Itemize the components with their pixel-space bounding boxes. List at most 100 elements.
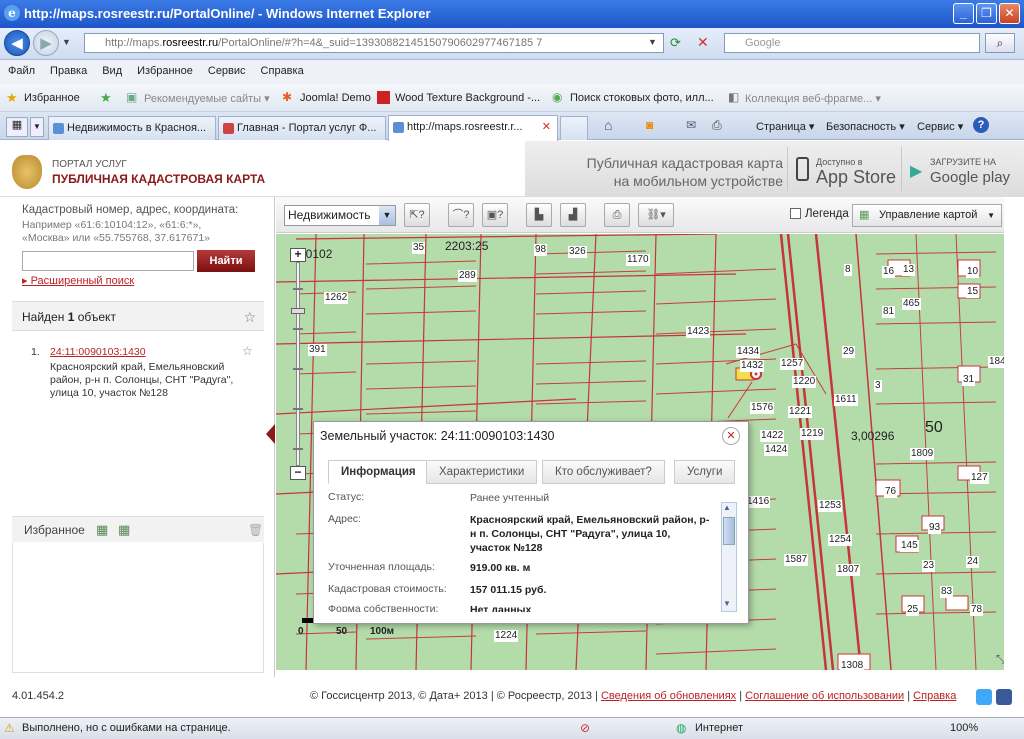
- menu-favorites[interactable]: Избранное: [129, 60, 200, 77]
- fav-item-stock[interactable]: Поиск стоковых фото, илл...: [570, 92, 714, 104]
- parcel-number[interactable]: 1416: [746, 496, 771, 508]
- cadastral-search-input[interactable]: [22, 251, 194, 271]
- tab-list-icon[interactable]: ▼: [30, 117, 44, 137]
- export-icon[interactable]: ▦: [96, 517, 108, 543]
- parcel-number[interactable]: 1220: [792, 376, 817, 388]
- help-icon[interactable]: ?: [973, 117, 989, 133]
- terms-link[interactable]: Соглашение об использовании: [745, 690, 904, 702]
- tab-portal[interactable]: Главная - Портал услуг Ф...: [218, 116, 386, 140]
- forward-button[interactable]: ▶: [33, 30, 59, 56]
- parcel-number[interactable]: 3: [874, 380, 882, 392]
- fav-item-webslice[interactable]: Коллекция веб-фрагме... ▾: [745, 92, 881, 105]
- parcel-number[interactable]: 391: [308, 344, 327, 356]
- tab-services[interactable]: Услуги: [674, 460, 736, 484]
- zoom-in-button[interactable]: +: [290, 248, 306, 262]
- search-input[interactable]: Google: [724, 33, 980, 53]
- help-link[interactable]: Справка: [913, 690, 956, 702]
- result-cadastral-link[interactable]: 24:11:0090103:1430: [50, 346, 146, 359]
- menu-help[interactable]: Справка: [253, 60, 311, 77]
- parcel-number[interactable]: 1843: [988, 356, 1004, 368]
- tab-nedvizhimost[interactable]: Недвижимость в Красноя...: [48, 116, 216, 140]
- parcel-number[interactable]: 29: [842, 346, 856, 358]
- parcel-number[interactable]: 83: [940, 586, 954, 598]
- add-favorite-icon[interactable]: ★: [100, 90, 112, 106]
- advanced-search-link[interactable]: ▸ Расширенный поиск: [22, 274, 134, 287]
- measure-tool-icon[interactable]: ▙: [526, 203, 552, 227]
- parcel-number[interactable]: 35: [412, 242, 426, 254]
- zoom-knob[interactable]: [291, 308, 305, 314]
- popup-close-icon[interactable]: ✕: [722, 427, 740, 445]
- home-icon[interactable]: ⌂: [604, 117, 612, 133]
- googleplay-button[interactable]: ▶ ЗАГРУЗИТЕ НА Google play: [901, 147, 1019, 191]
- tab-information[interactable]: Информация: [328, 460, 429, 484]
- fav-item-suggested[interactable]: Рекомендуемые сайты ▾: [144, 92, 270, 105]
- print-icon[interactable]: ⎙: [712, 118, 722, 133]
- menu-edit[interactable]: Правка: [42, 60, 94, 77]
- parcel-number[interactable]: 31: [962, 374, 976, 386]
- portal-title[interactable]: ПУБЛИЧНАЯ КАДАСТРОВАЯ КАРТА: [52, 172, 265, 186]
- appstore-button[interactable]: Доступно в App Store: [787, 147, 897, 191]
- zoom-level[interactable]: 100%: [950, 722, 978, 734]
- resize-handle-icon[interactable]: ⤡: [996, 652, 1004, 667]
- menu-tools[interactable]: Сервис: [200, 60, 253, 77]
- tab-close-icon[interactable]: ✕: [542, 120, 551, 133]
- mail-icon[interactable]: ✉: [686, 118, 696, 132]
- tab-who-serves[interactable]: Кто обслуживает?: [542, 460, 665, 484]
- parcel-number[interactable]: 1611: [834, 394, 858, 406]
- close-button[interactable]: ✕: [999, 3, 1020, 24]
- quick-tabs-icon[interactable]: ▦: [6, 117, 28, 137]
- parcel-number[interactable]: 1434: [736, 346, 761, 358]
- fav-item-wood[interactable]: Wood Texture Background -...: [395, 92, 540, 104]
- parcel-number[interactable]: 93: [928, 522, 942, 534]
- parcel-number[interactable]: 1587: [784, 554, 809, 566]
- cmd-page[interactable]: Страница ▾: [756, 120, 814, 133]
- parcel-number[interactable]: 2203:25: [444, 240, 489, 252]
- parcel-number[interactable]: 1809: [910, 448, 935, 460]
- parcel-number[interactable]: 1576: [750, 402, 775, 414]
- updates-link[interactable]: Сведения об обновлениях: [601, 690, 736, 702]
- collapse-sidebar-icon[interactable]: [266, 424, 275, 444]
- popup-blocker-icon[interactable]: ⊘: [580, 721, 590, 735]
- new-tab-button[interactable]: [560, 116, 588, 140]
- find-button[interactable]: Найти: [197, 250, 255, 272]
- parcel-number[interactable]: 16: [882, 266, 896, 278]
- map-manage-dropdown[interactable]: ▦ Управление картой ▼: [852, 204, 1002, 227]
- parcel-number[interactable]: 1219: [800, 428, 825, 440]
- address-dropdown-icon[interactable]: ▼: [648, 37, 657, 47]
- link-tool-icon[interactable]: ⛓▾: [638, 203, 674, 227]
- parcel-number[interactable]: 1253: [818, 500, 843, 512]
- back-button[interactable]: ◀: [4, 30, 30, 56]
- cmd-safety[interactable]: Безопасность ▾: [826, 120, 905, 133]
- fav-item-joomla[interactable]: Joomla! Demo: [300, 92, 371, 104]
- excel-icon[interactable]: ▦: [118, 517, 130, 543]
- parcel-number[interactable]: 23: [922, 560, 936, 572]
- parcel-number[interactable]: 145: [900, 540, 919, 552]
- warning-icon[interactable]: ⚠: [4, 721, 15, 735]
- popup-scrollbar[interactable]: ▲ ▼: [721, 502, 737, 612]
- parcel-number[interactable]: 98: [534, 244, 548, 256]
- parcel-number[interactable]: 465: [902, 298, 921, 310]
- parcel-number[interactable]: 1807: [836, 564, 861, 576]
- maximize-button[interactable]: ❐: [976, 3, 997, 24]
- parcel-number[interactable]: 1424: [764, 444, 789, 456]
- parcel-number[interactable]: 15: [966, 286, 980, 298]
- parcel-number[interactable]: 8: [844, 264, 852, 276]
- favorites-button[interactable]: Избранное: [24, 92, 80, 104]
- parcel-number[interactable]: 13: [902, 264, 916, 276]
- info-tool-icon[interactable]: ▣?: [482, 203, 508, 227]
- parcel-number[interactable]: 1221: [788, 406, 813, 418]
- parcel-number[interactable]: 1423: [686, 326, 711, 338]
- parcel-number[interactable]: 289: [458, 270, 477, 282]
- parcel-number[interactable]: 1308: [840, 660, 865, 670]
- cmd-tools[interactable]: Сервис ▾: [917, 120, 963, 133]
- zoom-slider[interactable]: + −: [290, 248, 306, 480]
- parcel-number[interactable]: 3,00296: [850, 430, 895, 442]
- scroll-down-icon[interactable]: ▼: [723, 599, 731, 608]
- parcel-number[interactable]: 24: [966, 556, 980, 568]
- parcel-number[interactable]: 1262: [324, 292, 349, 304]
- parcel-number[interactable]: 81: [882, 306, 896, 318]
- trash-icon[interactable]: 🗑: [248, 517, 263, 543]
- address-bar[interactable]: http://maps.rosreestr.ru/PortalOnline/#?…: [84, 33, 664, 53]
- feeds-icon[interactable]: ◙: [646, 118, 653, 132]
- parcel-number[interactable]: 1432: [740, 360, 765, 372]
